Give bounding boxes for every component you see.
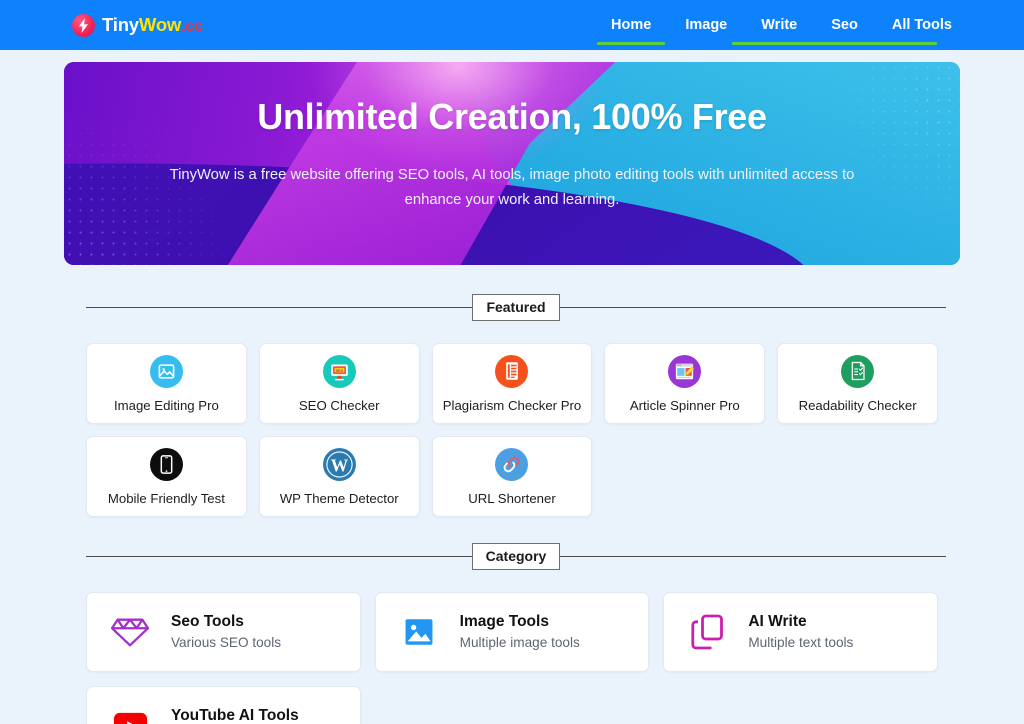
logo-text-primary: Tiny (102, 13, 139, 35)
document-list-icon (495, 354, 529, 388)
category-title: YouTube AI Tools (171, 706, 299, 724)
hero-subtitle: TinyWow is a free website offering SEO t… (169, 166, 855, 209)
nav-item-seo[interactable]: Seo (814, 18, 875, 33)
mobile-phone-icon (149, 447, 183, 481)
nav-item-write[interactable]: Write (744, 18, 814, 33)
window-pencil-icon (668, 354, 702, 388)
category-card-ai-write[interactable]: AI Write Multiple text tools (663, 592, 938, 672)
nav-item-image[interactable]: Image (668, 18, 744, 33)
tool-label: Readability Checker (798, 397, 917, 413)
logo-text: TinyWow.cc (102, 13, 203, 35)
youtube-icon (109, 705, 151, 724)
tool-card-image-editing-pro[interactable]: Image Editing Pro (86, 343, 247, 424)
featured-section-heading: Featured (86, 293, 946, 321)
category-title: AI Write (748, 612, 807, 630)
tool-card-article-spinner-pro[interactable]: Article Spinner Pro (604, 343, 766, 424)
svg-text:SEO: SEO (335, 369, 343, 373)
link-chain-icon (495, 447, 529, 481)
category-title: Image Tools (459, 612, 549, 630)
category-heading-label: Category (471, 542, 561, 570)
category-desc: Various SEO tools (171, 635, 282, 651)
category-card-seo-tools[interactable]: Seo Tools Various SEO tools (86, 592, 361, 672)
category-card-image-tools[interactable]: Image Tools Multiple image tools (374, 592, 650, 672)
category-section-heading: Category (86, 542, 946, 570)
monitor-seo-icon: SEO (322, 354, 356, 388)
tool-card-readability-checker[interactable]: Readability Checker (777, 343, 938, 424)
category-section: Category Seo Tools Various SEO tools Ima… (0, 517, 1024, 724)
tool-label: Article Spinner Pro (629, 397, 740, 413)
logo-text-accent: Wow (138, 13, 182, 35)
tool-label: URL Shortener (468, 490, 556, 506)
nav-item-home[interactable]: Home (594, 18, 668, 33)
category-desc: Multiple text tools (748, 635, 854, 651)
category-card-youtube-ai-tools[interactable]: YouTube AI Tools Multiple YouTube AI Too… (86, 686, 361, 724)
image-icon (398, 611, 440, 653)
featured-heading-label: Featured (472, 293, 560, 321)
nav-active-underline-group (732, 42, 938, 46)
hero-banner: Unlimited Creation, 100% Free TinyWow is… (64, 62, 960, 265)
copy-layers-icon (686, 611, 728, 653)
tool-label: Mobile Friendly Test (107, 490, 225, 506)
site-header: TinyWow.cc Home Image Write Seo All Tool… (0, 0, 1024, 50)
category-text: AI Write Multiple text tools (748, 614, 853, 650)
site-logo[interactable]: TinyWow.cc (72, 13, 203, 37)
gem-diamond-icon (109, 611, 151, 653)
category-desc: Multiple image tools (459, 635, 580, 651)
hero-content: Unlimited Creation, 100% Free TinyWow is… (64, 62, 960, 265)
main-navigation: Home Image Write Seo All Tools (594, 18, 969, 46)
checklist-icon (841, 354, 875, 388)
tool-label: SEO Checker (298, 397, 380, 413)
tool-card-mobile-friendly-test[interactable]: Mobile Friendly Test (86, 436, 247, 517)
tool-label: Plagiarism Checker Pro (442, 397, 582, 413)
hero-section: Unlimited Creation, 100% Free TinyWow is… (0, 50, 1024, 265)
logo-text-tld: .cc (181, 17, 203, 35)
svg-text:W: W (330, 455, 348, 475)
tool-card-url-shortener[interactable]: URL Shortener (431, 436, 593, 517)
wordpress-icon: W (322, 447, 356, 481)
hero-title: Unlimited Creation, 100% Free (257, 96, 767, 137)
lightning-bolt-icon (72, 13, 95, 37)
category-text: YouTube AI Tools Multiple YouTube AI Too… (171, 708, 326, 724)
tool-card-seo-checker[interactable]: SEO SEO Checker (258, 343, 420, 424)
featured-tools-grid: Image Editing Pro SEO SEO Checker Plagia… (86, 343, 938, 517)
category-title: Seo Tools (171, 612, 244, 630)
photo-icon (149, 354, 183, 388)
tool-label: Image Editing Pro (113, 397, 219, 413)
tool-card-plagiarism-checker-pro[interactable]: Plagiarism Checker Pro (431, 343, 593, 424)
tool-card-wp-theme-detector[interactable]: W WP Theme Detector (258, 436, 420, 517)
featured-section: Featured Image Editing Pro SEO SEO Check… (0, 265, 1024, 517)
nav-item-all-tools[interactable]: All Tools (875, 18, 969, 33)
nav-active-underline-home (597, 42, 666, 46)
category-text: Image Tools Multiple image tools (460, 614, 580, 650)
category-text: Seo Tools Various SEO tools (171, 614, 281, 650)
tool-label: WP Theme Detector (279, 490, 399, 506)
category-grid: Seo Tools Various SEO tools Image Tools … (86, 592, 938, 724)
